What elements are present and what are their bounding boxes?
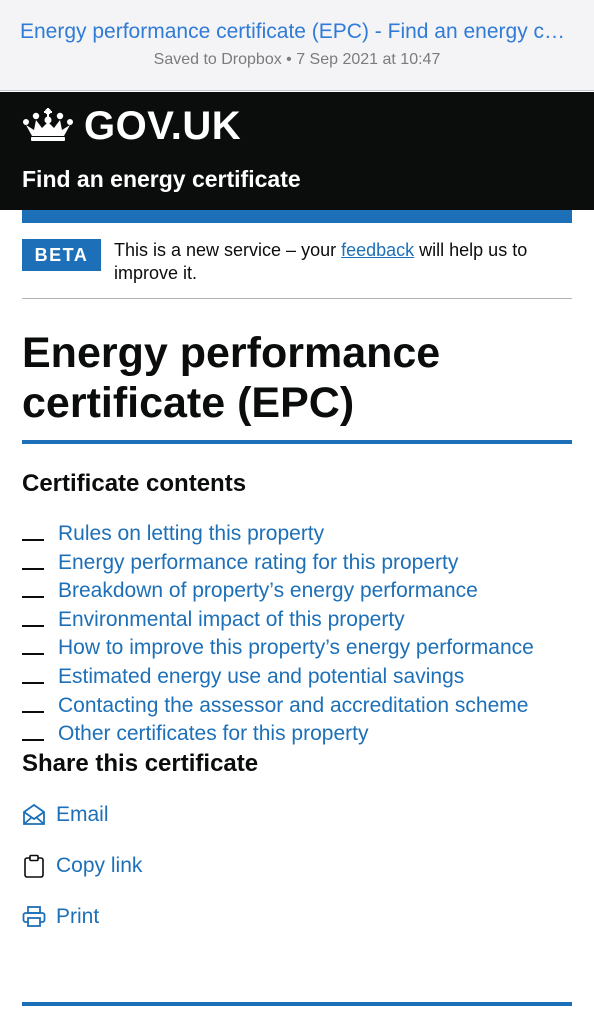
contents-link-other-certificates[interactable]: Other certificates for this property — [58, 722, 368, 745]
clipboard-icon — [24, 854, 44, 878]
dash-icon — [22, 653, 44, 656]
contents-heading: Certificate contents — [22, 470, 247, 497]
share-print-label: Print — [56, 905, 100, 928]
contents-link-environmental[interactable]: Environmental impact of this property — [58, 608, 405, 631]
crown-icon — [23, 108, 73, 141]
beta-banner-text: This is a new service – your feedback wi… — [114, 239, 574, 285]
title-divider — [22, 440, 572, 444]
dash-icon — [22, 567, 44, 570]
header-accent-strip — [22, 210, 572, 223]
contents-link-assessor[interactable]: Contacting the assessor and accreditatio… — [58, 694, 528, 717]
contents-link-rating[interactable]: Energy performance rating for this prope… — [58, 551, 458, 574]
beta-tag: BETA — [22, 239, 101, 271]
contents-item: Rules on letting this property — [22, 520, 534, 549]
contents-item: Breakdown of property’s energy performan… — [22, 577, 534, 606]
contents-link-breakdown[interactable]: Breakdown of property’s energy performan… — [58, 579, 478, 602]
dash-icon — [22, 681, 44, 684]
browser-page-title[interactable]: Energy performance certificate (EPC) - F… — [20, 20, 574, 44]
dash-icon — [22, 710, 44, 713]
dash-icon — [22, 739, 44, 742]
contents-list: Rules on letting this property Energy pe… — [22, 520, 534, 749]
browser-title-bar: Energy performance certificate (EPC) - F… — [0, 0, 594, 91]
govuk-header: GOV.UK Find an energy certificate — [0, 92, 594, 210]
envelope-icon — [23, 803, 45, 825]
service-name[interactable]: Find an energy certificate — [22, 166, 301, 193]
share-heading: Share this certificate — [22, 750, 259, 777]
dash-icon — [22, 624, 44, 627]
share-copy-label: Copy link — [56, 854, 143, 877]
printer-icon — [22, 906, 46, 927]
feedback-link[interactable]: feedback — [341, 240, 414, 260]
divider — [22, 298, 572, 299]
contents-link-improve[interactable]: How to improve this property’s energy pe… — [58, 636, 534, 659]
contents-link-rules[interactable]: Rules on letting this property — [58, 522, 324, 545]
dash-icon — [22, 596, 44, 599]
share-email-label: Email — [56, 803, 109, 826]
beta-text-before: This is a new service – your — [114, 240, 342, 260]
contents-item: Other certificates for this property — [22, 720, 534, 749]
share-email-button[interactable]: Email — [22, 800, 109, 830]
contents-item: How to improve this property’s energy pe… — [22, 634, 534, 663]
contents-item: Environmental impact of this property — [22, 606, 534, 635]
share-copy-link-button[interactable]: Copy link — [22, 851, 142, 881]
share-print-button[interactable]: Print — [22, 902, 99, 932]
contents-link-energy-use[interactable]: Estimated energy use and potential savin… — [58, 665, 464, 688]
govuk-logo[interactable]: GOV.UK — [84, 104, 241, 149]
contents-item: Contacting the assessor and accreditatio… — [22, 692, 534, 721]
footer-divider — [22, 1002, 572, 1006]
dash-icon — [22, 539, 44, 541]
page-title: Energy performance certificate (EPC) — [22, 329, 441, 427]
contents-item: Estimated energy use and potential savin… — [22, 663, 534, 692]
browser-saved-info: Saved to Dropbox • 7 Sep 2021 at 10:47 — [153, 51, 441, 68]
contents-item: Energy performance rating for this prope… — [22, 549, 534, 578]
